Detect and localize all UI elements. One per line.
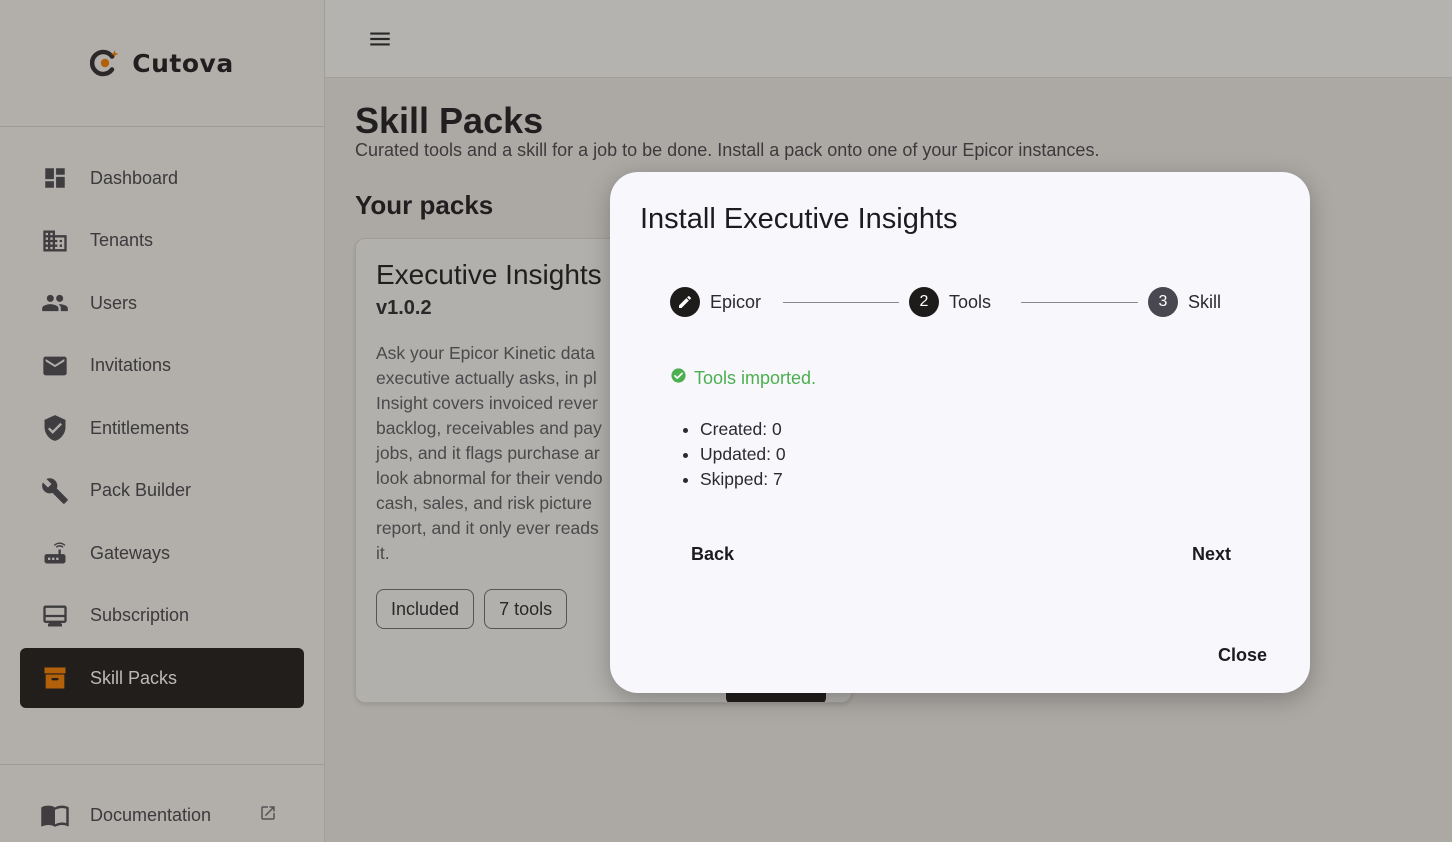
import-stats-list: Created: 0 Updated: 0 Skipped: 7 <box>700 417 786 492</box>
step-tools[interactable]: 2 Tools <box>909 287 991 317</box>
step-label: Tools <box>949 291 992 312</box>
edit-icon <box>670 287 700 317</box>
step-number: 3 <box>1148 287 1178 317</box>
list-item: Created: 0 <box>700 417 786 442</box>
install-dialog: Install Executive Insights Epicor 2 Tool… <box>610 172 1310 693</box>
step-connector <box>783 302 899 303</box>
step-label: Skill <box>1188 291 1222 312</box>
next-button[interactable]: Next <box>1180 536 1243 573</box>
list-item: Updated: 0 <box>700 442 786 467</box>
close-button[interactable]: Close <box>1206 637 1279 674</box>
step-epicor[interactable]: Epicor <box>670 287 761 317</box>
status-text: Tools imported. <box>694 367 817 388</box>
step-number: 2 <box>909 287 939 317</box>
check-circle-icon <box>670 367 687 389</box>
step-connector <box>1021 302 1138 303</box>
step-skill[interactable]: 3 Skill <box>1148 287 1221 317</box>
back-button[interactable]: Back <box>679 536 746 573</box>
import-status: Tools imported. <box>670 367 816 389</box>
list-item: Skipped: 7 <box>700 467 786 492</box>
install-stepper: Epicor 2 Tools 3 Skill <box>670 287 1230 317</box>
dialog-title: Install Executive Insights <box>640 203 958 235</box>
step-label: Epicor <box>710 291 762 312</box>
